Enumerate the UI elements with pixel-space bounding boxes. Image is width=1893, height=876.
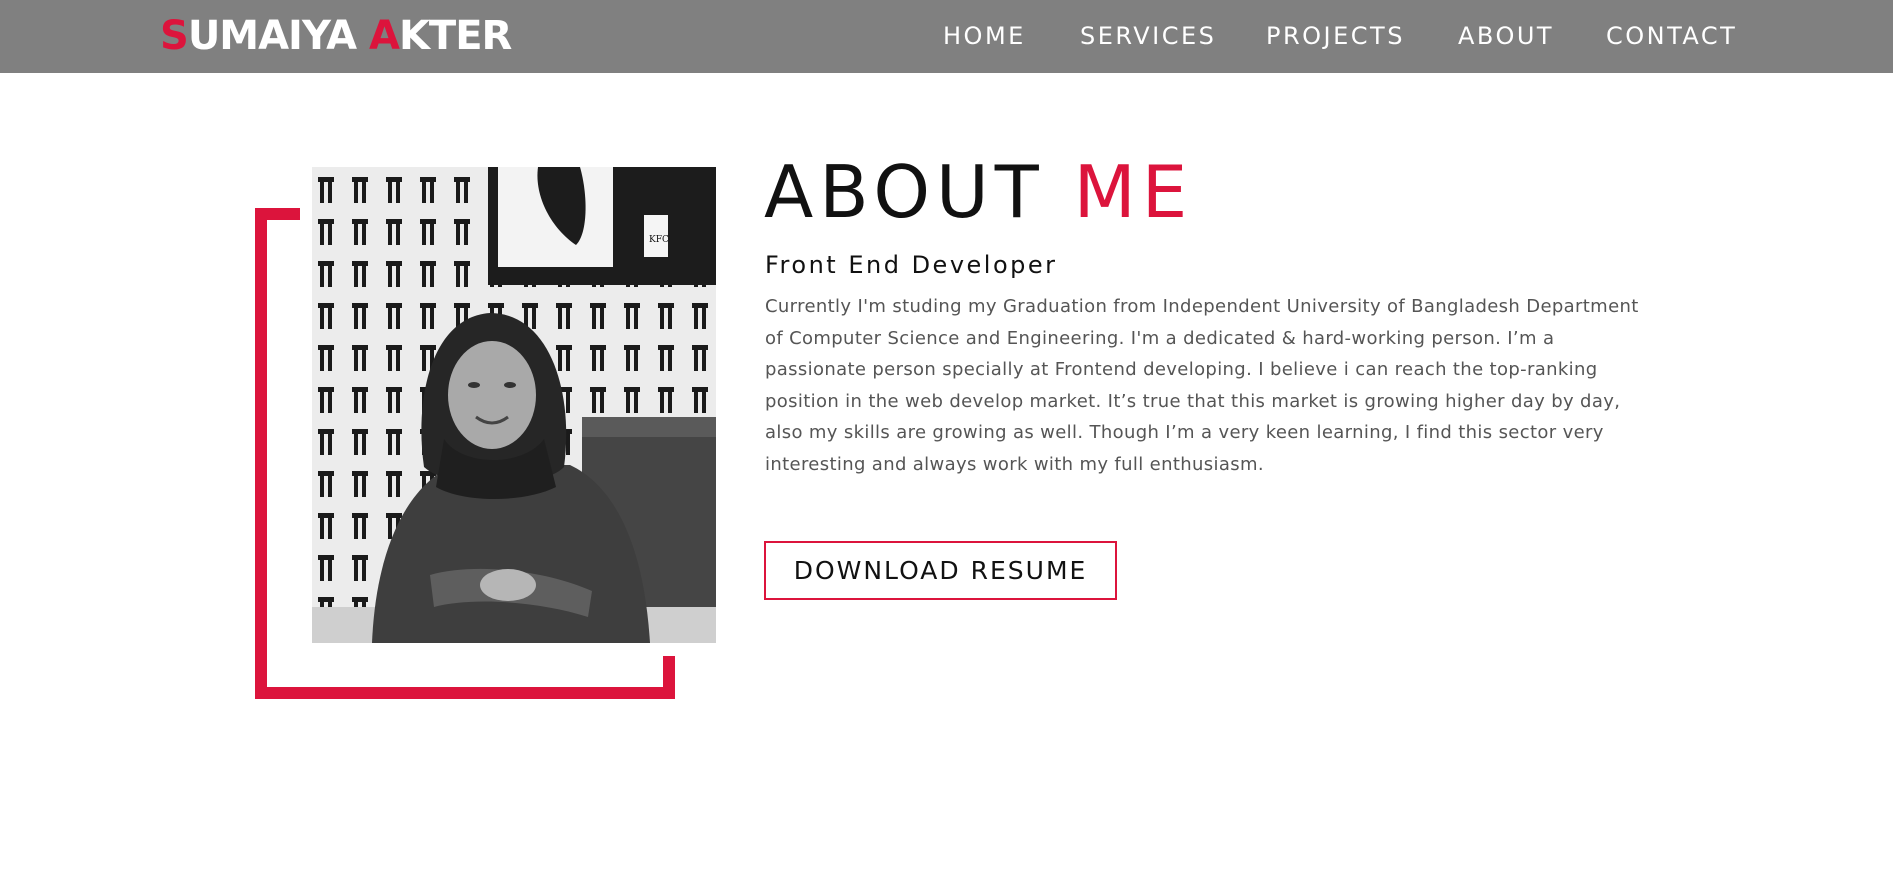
- navbar: SUMAIYA AKTER HOME SERVICES PROJECTS ABO…: [0, 0, 1893, 73]
- poster-sign-text: KFC: [649, 235, 669, 245]
- about-title-main: ABOUT: [764, 150, 1074, 234]
- profile-photo: KFC: [312, 167, 716, 643]
- profile-photo-image: KFC: [312, 167, 716, 643]
- about-description: Currently I'm studing my Graduation from…: [765, 296, 1639, 475]
- site-logo[interactable]: SUMAIYA AKTER: [160, 11, 512, 61]
- nav-link-home[interactable]: HOME: [943, 18, 1026, 54]
- frame-bottom-edge: [255, 687, 675, 699]
- frame-left-edge: [255, 208, 267, 699]
- nav-link-about[interactable]: ABOUT: [1458, 18, 1554, 54]
- frame-right-edge: [663, 656, 675, 699]
- main-nav: HOME SERVICES PROJECTS ABOUT CONTACT: [943, 18, 1743, 54]
- logo-initial-last: A: [368, 13, 400, 59]
- about-title: ABOUT ME: [764, 150, 1193, 234]
- nav-link-projects[interactable]: PROJECTS: [1266, 18, 1405, 54]
- about-title-accent: ME: [1073, 150, 1194, 234]
- about-subtitle: Front End Developer: [765, 251, 1058, 279]
- logo-first-name-rest: UMAIYA: [187, 13, 369, 59]
- logo-initial-first: S: [160, 13, 189, 59]
- logo-last-name-rest: KTER: [398, 13, 512, 59]
- nav-link-services[interactable]: SERVICES: [1080, 18, 1216, 54]
- nav-link-contact[interactable]: CONTACT: [1606, 18, 1737, 54]
- download-resume-button[interactable]: DOWNLOAD RESUME: [764, 541, 1117, 600]
